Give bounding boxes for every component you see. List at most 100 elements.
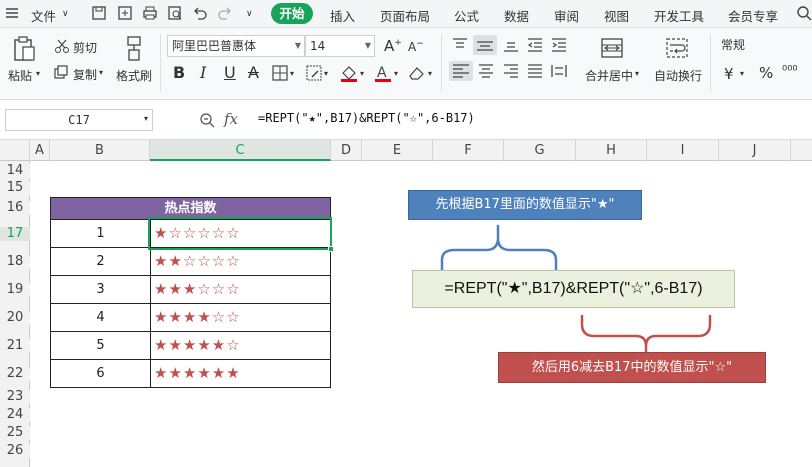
font-name-select[interactable]: 阿里巴巴普惠体 ▼ xyxy=(167,35,305,57)
borders-dropdown-icon[interactable]: ▾ xyxy=(290,69,294,78)
export-icon[interactable] xyxy=(117,5,134,22)
table-cell-c20[interactable]: ★★★★☆☆ xyxy=(150,303,331,332)
thousands-separator-icon[interactable]: ⁰⁰⁰ xyxy=(782,64,798,79)
indent-increase-icon[interactable] xyxy=(551,38,567,55)
column-header-f[interactable]: F xyxy=(433,140,504,161)
align-top-icon[interactable] xyxy=(452,38,468,55)
hamburger-icon[interactable] xyxy=(5,6,22,23)
cut-button[interactable]: 剪切 xyxy=(73,39,97,56)
row-header-20[interactable]: 20 xyxy=(0,311,30,325)
table-cell-b17[interactable]: 1 xyxy=(50,219,151,248)
save-icon[interactable] xyxy=(91,5,108,22)
column-header-e[interactable]: E xyxy=(362,140,433,161)
paste-dropdown-icon[interactable]: ▾ xyxy=(36,69,40,78)
column-header-a[interactable]: A xyxy=(30,140,50,161)
column-header-b[interactable]: B xyxy=(50,140,150,161)
row-header-21[interactable]: 21 xyxy=(0,339,30,353)
table-cell-c21[interactable]: ★★★★★☆ xyxy=(150,331,331,360)
print-preview-icon[interactable] xyxy=(167,5,184,22)
column-header-g[interactable]: G xyxy=(504,140,576,161)
cell-style-dropdown-icon[interactable]: ▾ xyxy=(324,69,328,78)
tab-member[interactable]: 会员专享 xyxy=(728,6,778,25)
row-header-22[interactable]: 22 xyxy=(0,367,30,381)
align-middle-icon[interactable] xyxy=(473,35,497,55)
align-right-icon[interactable] xyxy=(503,64,519,81)
fill-handle[interactable] xyxy=(328,246,334,252)
scissors-icon[interactable] xyxy=(54,39,70,56)
tab-page-layout[interactable]: 页面布局 xyxy=(380,6,430,25)
distributed-align-icon[interactable] xyxy=(551,64,567,81)
align-bottom-icon[interactable] xyxy=(503,38,519,55)
row-header-15[interactable]: 15 xyxy=(0,181,30,195)
tab-start[interactable]: 开始 xyxy=(271,3,313,24)
number-format-select[interactable]: 常规 xyxy=(717,35,812,57)
function-icon[interactable]: fx xyxy=(224,110,238,128)
column-header-d[interactable]: D xyxy=(331,140,362,161)
formula-input[interactable]: =REPT("★",B17)&REPT("☆",6-B17) xyxy=(258,111,475,125)
name-box[interactable]: C17 xyxy=(5,109,153,131)
strikethrough-button[interactable]: A xyxy=(248,63,259,82)
bold-button[interactable]: B xyxy=(173,63,185,82)
tab-view[interactable]: 视图 xyxy=(604,6,629,25)
increase-font-icon[interactable]: A+ xyxy=(384,37,402,55)
column-header-i[interactable]: I xyxy=(647,140,719,161)
select-all-corner[interactable] xyxy=(0,140,30,161)
table-cell-b18[interactable]: 2 xyxy=(50,247,151,276)
wrap-text-button[interactable]: 自动换行 xyxy=(654,67,702,84)
file-menu[interactable]: 文件 xyxy=(31,6,56,25)
table-cell-c18[interactable]: ★★☆☆☆☆ xyxy=(150,247,331,276)
column-header-j[interactable]: J xyxy=(719,140,791,161)
underline-button[interactable]: U xyxy=(224,63,236,82)
row-header-14[interactable]: 14 xyxy=(0,164,30,178)
column-header-c[interactable]: C xyxy=(150,140,331,161)
merge-center-button[interactable]: 合并居中 xyxy=(585,67,633,84)
name-box-dropdown-icon[interactable]: ▾ xyxy=(144,114,148,123)
search-icon[interactable] xyxy=(796,5,812,22)
quick-access-more-icon[interactable]: ∨ xyxy=(246,9,253,19)
copy-button[interactable]: 复制 xyxy=(73,66,97,83)
row-header-19[interactable]: 19 xyxy=(0,283,30,297)
paste-icon[interactable] xyxy=(12,36,36,65)
chevron-down-icon[interactable]: ∨ xyxy=(62,9,69,19)
currency-dropdown-icon[interactable]: ▾ xyxy=(740,69,744,78)
tab-developer[interactable]: 开发工具 xyxy=(654,6,704,25)
table-cell-c22[interactable]: ★★★★★★ xyxy=(150,359,331,388)
merge-center-icon[interactable] xyxy=(601,37,623,62)
justify-icon[interactable] xyxy=(527,64,543,81)
format-painter-button[interactable]: 格式刷 xyxy=(116,67,152,84)
fill-color-icon[interactable] xyxy=(340,64,358,85)
undo-icon[interactable] xyxy=(192,5,209,22)
wrap-text-icon[interactable] xyxy=(666,37,688,62)
eraser-icon[interactable] xyxy=(408,65,426,84)
tab-review[interactable]: 审阅 xyxy=(554,6,579,25)
font-size-select[interactable]: 14 ▼ xyxy=(305,35,375,57)
copy-dropdown-icon[interactable]: ▾ xyxy=(99,68,103,77)
print-icon[interactable] xyxy=(142,5,159,22)
redo-icon[interactable] xyxy=(217,5,234,22)
decrease-font-icon[interactable]: A− xyxy=(408,39,424,54)
merge-dropdown-icon[interactable]: ▾ xyxy=(635,69,639,78)
row-header-16[interactable]: 16 xyxy=(0,201,30,215)
paste-button[interactable]: 粘贴 xyxy=(8,67,32,84)
borders-icon[interactable] xyxy=(272,65,288,84)
row-header-17[interactable]: 17 xyxy=(0,227,30,241)
row-header-25[interactable]: 25 xyxy=(0,426,30,440)
row-header-23[interactable]: 23 xyxy=(0,390,30,404)
row-header-26[interactable]: 26 xyxy=(0,444,30,458)
indent-decrease-icon[interactable] xyxy=(527,38,543,55)
align-left-icon[interactable] xyxy=(449,61,473,81)
currency-icon[interactable]: ¥ xyxy=(724,65,734,83)
cell-style-icon[interactable] xyxy=(306,65,322,84)
row-header-24[interactable]: 24 xyxy=(0,408,30,422)
eraser-dropdown-icon[interactable]: ▾ xyxy=(428,69,432,78)
copy-icon[interactable] xyxy=(54,65,68,82)
italic-button[interactable]: I xyxy=(200,63,206,82)
format-painter-icon[interactable] xyxy=(124,36,144,65)
percent-icon[interactable]: % xyxy=(759,64,773,82)
table-cell-b22[interactable]: 6 xyxy=(50,359,151,388)
align-center-icon[interactable] xyxy=(478,64,494,81)
table-cell-b19[interactable]: 3 xyxy=(50,275,151,304)
table-cell-b21[interactable]: 5 xyxy=(50,331,151,360)
table-cell-c19[interactable]: ★★★☆☆☆ xyxy=(150,275,331,304)
font-color-dropdown-icon[interactable]: ▾ xyxy=(394,69,398,78)
